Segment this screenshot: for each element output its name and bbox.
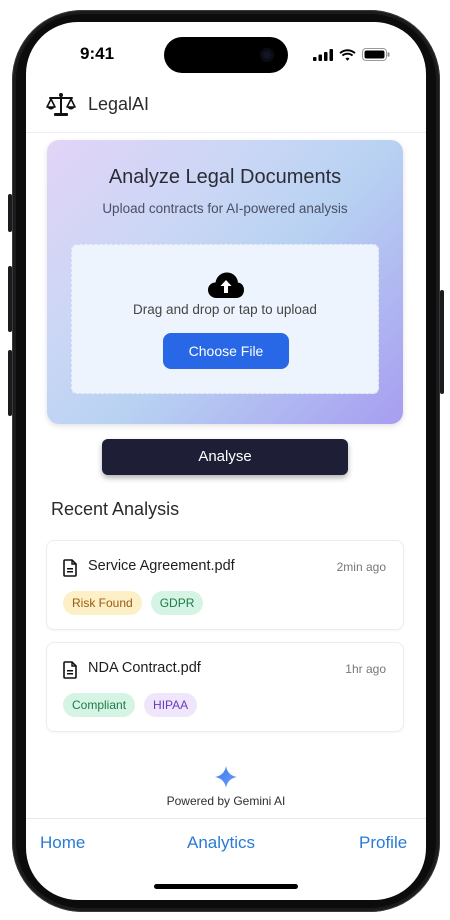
document-icon: [63, 559, 77, 577]
dropzone-text: Drag and drop or tap to upload: [133, 302, 317, 317]
silent-switch: [8, 194, 12, 232]
recent-item[interactable]: Service Agreement.pdf 2min ago Risk Foun…: [46, 540, 404, 630]
analysis-time: 2min ago: [336, 560, 386, 574]
status-bar: 9:41: [26, 22, 426, 82]
wifi-icon: [339, 48, 356, 61]
home-indicator: [154, 884, 298, 889]
document-name: NDA Contract.pdf: [88, 660, 201, 676]
upload-dropzone[interactable]: Drag and drop or tap to upload Choose Fi…: [71, 244, 379, 394]
hero-subtitle: Upload contracts for AI-powered analysis: [102, 201, 348, 216]
power-button: [440, 290, 444, 394]
powered-by: [26, 766, 426, 793]
gemini-star-icon: [215, 766, 237, 788]
tag-list: Compliant HIPAA: [63, 693, 198, 717]
document-name: Service Agreement.pdf: [88, 558, 235, 574]
hero-title: Analyze Legal Documents: [108, 166, 342, 188]
analyse-button[interactable]: Analyse: [102, 439, 348, 475]
powered-by-text: Powered by Gemini AI: [166, 794, 286, 808]
hipaa-tag: HIPAA: [144, 693, 198, 717]
nav-home[interactable]: Home: [40, 833, 85, 853]
upload-card: Analyze Legal Documents Upload contracts…: [47, 140, 403, 424]
volume-up-button: [8, 266, 12, 332]
recent-item[interactable]: NDA Contract.pdf 1hr ago Compliant HIPAA: [46, 642, 404, 732]
app-title: LegalAI: [88, 94, 150, 114]
status-icons: [313, 48, 390, 61]
risk-found-tag: Risk Found: [63, 591, 142, 615]
cloud-upload-icon: [208, 272, 244, 298]
compliant-tag: Compliant: [63, 693, 136, 717]
gdpr-tag: GDPR: [150, 591, 204, 615]
volume-down-button: [8, 350, 12, 416]
cellular-signal-icon: [313, 48, 333, 61]
recent-analysis-title: Recent Analysis: [51, 499, 180, 519]
bottom-nav: Home Analytics Profile: [26, 818, 426, 869]
dynamic-island: [164, 37, 288, 73]
app-header: LegalAI: [26, 82, 426, 133]
analysis-time: 1hr ago: [345, 662, 386, 676]
tag-list: Risk Found GDPR: [63, 591, 204, 615]
battery-icon: [362, 48, 390, 61]
nav-analytics[interactable]: Analytics: [187, 833, 255, 853]
nav-profile[interactable]: Profile: [359, 833, 407, 853]
status-time: 9:41: [80, 44, 115, 63]
scales-icon: [46, 93, 76, 116]
choose-file-button[interactable]: Choose File: [163, 333, 289, 369]
document-icon: [63, 661, 77, 679]
screen: 9:41 LegalAI Analyze Legal Documents Upl…: [26, 22, 426, 900]
front-camera: [260, 48, 274, 62]
